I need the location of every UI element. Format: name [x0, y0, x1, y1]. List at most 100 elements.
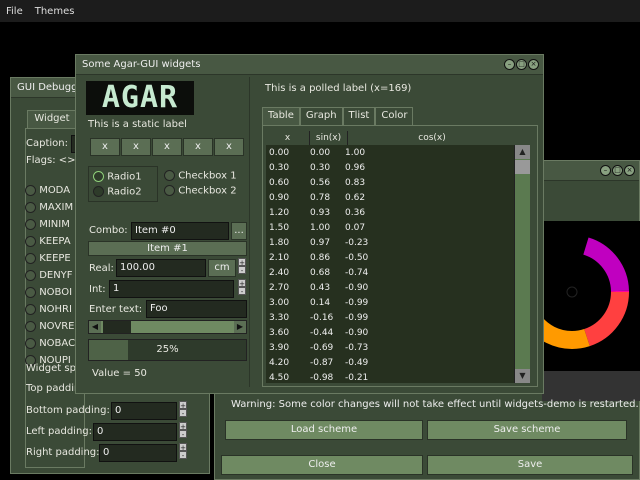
table-row[interactable]: 3.60 -0.44 -0.90 [266, 325, 492, 340]
x-button[interactable]: x [183, 138, 213, 156]
checkbox-icon[interactable] [25, 337, 36, 349]
slider-right-arrow-icon[interactable]: ▶ [234, 321, 246, 333]
flag-checkbox[interactable]: MINIM [25, 216, 75, 233]
checkbox-icon[interactable] [25, 218, 36, 230]
flag-checkbox[interactable]: KEEPA [25, 233, 75, 250]
minimize-icon[interactable]: – [504, 59, 515, 70]
save-scheme-button[interactable]: Save scheme [427, 420, 627, 440]
real-label: Real: [89, 263, 114, 274]
menu-themes[interactable]: Themes [29, 6, 81, 17]
enter-text-field[interactable]: Foo [146, 300, 247, 318]
flag-checkbox[interactable]: MAXIM [25, 199, 75, 216]
item1-button[interactable]: Item #1 [88, 241, 247, 256]
close-button[interactable]: Close [221, 455, 423, 475]
x-button[interactable]: x [152, 138, 182, 156]
flag-checkbox[interactable]: NOBOI [25, 284, 75, 301]
tab-graph[interactable]: Graph [299, 107, 343, 125]
vertical-scrollbar[interactable]: ▲ ▼ [514, 145, 530, 383]
tab-tlist[interactable]: Tlist [342, 107, 376, 125]
bottom-padding-stepper[interactable]: + - [179, 401, 187, 418]
checkbox2[interactable]: Checkbox 2 [164, 185, 237, 197]
table-row[interactable]: 0.30 0.30 0.96 [266, 160, 492, 175]
checkbox-icon[interactable] [25, 252, 36, 264]
tab-color[interactable]: Color [375, 107, 414, 125]
flag-checkbox[interactable]: DENYF [25, 267, 75, 284]
table-row[interactable]: 3.30 -0.16 -0.99 [266, 310, 492, 325]
bottom-padding-field[interactable]: 0 [111, 402, 177, 420]
scroll-thumb[interactable] [515, 160, 530, 174]
table-cell: 0.07 [345, 222, 366, 233]
x-button[interactable]: x [121, 138, 151, 156]
flag-checkbox[interactable]: KEEPE [25, 250, 75, 267]
slider[interactable]: ◀ ▶ [88, 320, 247, 334]
flag-checkbox[interactable]: NOHRI [25, 301, 75, 318]
flag-checkbox[interactable]: MODA [25, 182, 75, 199]
radio2[interactable]: Radio2 [93, 186, 142, 198]
int-field[interactable]: 1 [109, 280, 234, 298]
real-stepper[interactable]: + - [238, 258, 246, 275]
enter-text-label: Enter text: [89, 304, 143, 315]
table-row[interactable]: 2.40 0.68 -0.74 [266, 265, 492, 280]
save-button[interactable]: Save [427, 455, 633, 475]
radio1[interactable]: Radio1 [93, 171, 142, 183]
checkbox-icon[interactable] [25, 303, 36, 315]
maximize-icon[interactable]: □ [516, 59, 527, 70]
table-row[interactable]: 0.60 0.56 0.83 [266, 175, 492, 190]
checkbox-icon[interactable] [25, 286, 36, 298]
table-row[interactable]: 1.20 0.93 0.36 [266, 205, 492, 220]
right-padding-stepper[interactable]: + - [179, 443, 187, 460]
main-window-title[interactable]: Some Agar-GUI widgets [76, 55, 543, 75]
combo-field[interactable]: Item #0 [131, 222, 229, 240]
table-row[interactable]: 1.50 1.00 0.07 [266, 220, 492, 235]
tab-table[interactable]: Table [262, 107, 300, 125]
table-row[interactable]: 1.80 0.97 -0.23 [266, 235, 492, 250]
col-header-sin[interactable]: sin(x) [310, 131, 348, 145]
maximize-icon[interactable]: □ [612, 165, 623, 176]
menu-file[interactable]: File [0, 6, 29, 17]
table-row[interactable]: 0.00 0.00 1.00 [266, 145, 492, 160]
flag-label: KEEPE [39, 253, 71, 264]
load-scheme-button[interactable]: Load scheme [225, 420, 423, 440]
table-row[interactable]: 2.10 0.86 -0.50 [266, 250, 492, 265]
checkbox-icon[interactable] [25, 201, 36, 213]
tab-widget[interactable]: Widget [27, 110, 77, 128]
scroll-up-icon[interactable]: ▲ [515, 145, 530, 159]
real-field[interactable]: 100.00 [116, 259, 206, 277]
table-row[interactable]: 4.50 -0.98 -0.21 [266, 370, 492, 383]
flag-checkbox[interactable]: NOVRE [25, 318, 75, 335]
checkbox-icon[interactable] [25, 235, 36, 247]
table-cell: 0.43 [310, 282, 331, 293]
int-stepper[interactable]: + - [238, 279, 246, 296]
slider-thumb[interactable] [103, 321, 131, 333]
close-icon[interactable]: × [528, 59, 539, 70]
table-row[interactable]: 3.00 0.14 -0.99 [266, 295, 492, 310]
checkbox1[interactable]: Checkbox 1 [164, 170, 237, 182]
right-padding-field[interactable]: 0 [99, 444, 177, 462]
col-header-x[interactable]: x [266, 131, 310, 145]
minimize-icon[interactable]: – [600, 165, 611, 176]
table-row[interactable]: 4.20 -0.87 -0.49 [266, 355, 492, 370]
data-table[interactable]: x sin(x) cos(x) 0.00 0.00 1.00 0.30 0.30 0.96… [266, 131, 530, 383]
col-header-cos[interactable]: cos(x) [348, 131, 516, 145]
close-icon[interactable]: × [624, 165, 635, 176]
x-button[interactable]: x [214, 138, 244, 156]
checkbox-icon[interactable] [25, 184, 36, 196]
table-row[interactable]: 0.90 0.78 0.62 [266, 190, 492, 205]
hue-wheel-icon[interactable] [542, 221, 640, 401]
unit-button[interactable]: cm [208, 259, 236, 277]
x-button[interactable]: x [90, 138, 120, 156]
left-padding-field[interactable]: 0 [93, 423, 177, 441]
table-cell: 0.96 [345, 162, 366, 173]
left-padding-stepper[interactable]: + - [179, 422, 187, 439]
left-padding-label: Left padding: [26, 426, 92, 437]
checkbox-icon[interactable] [25, 269, 36, 281]
color-picker[interactable] [542, 221, 640, 401]
scroll-down-icon[interactable]: ▼ [515, 369, 530, 383]
table-row[interactable]: 3.90 -0.69 -0.73 [266, 340, 492, 355]
slider-left-arrow-icon[interactable]: ◀ [89, 321, 101, 333]
combo-expand-button[interactable]: ... [231, 222, 247, 240]
table-cell: -0.49 [345, 357, 369, 368]
table-row[interactable]: 2.70 0.43 -0.90 [266, 280, 492, 295]
checkbox-icon[interactable] [25, 320, 36, 332]
flag-checkbox[interactable]: NOBAC [25, 335, 75, 352]
